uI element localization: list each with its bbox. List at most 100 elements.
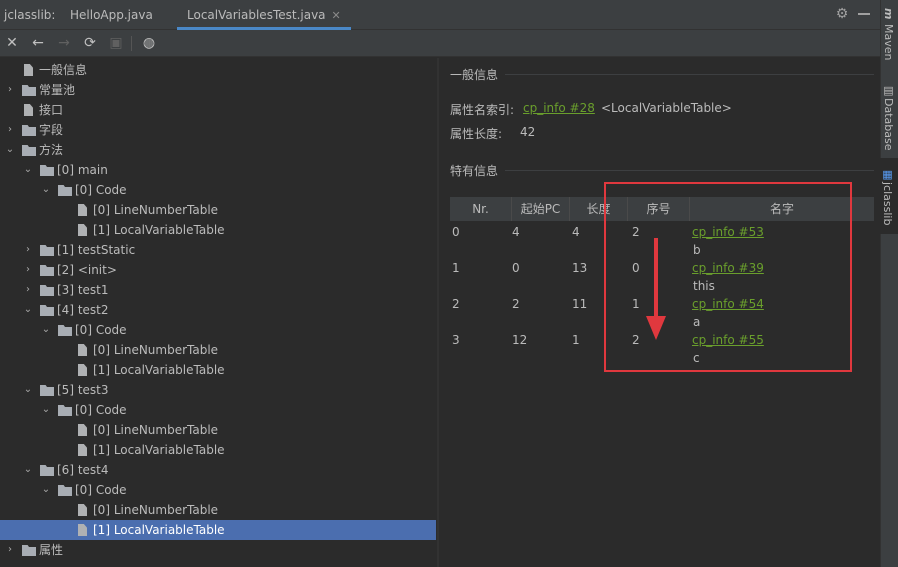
chevron-down-icon[interactable]: ⌄ [4, 140, 16, 160]
chevron-down-icon[interactable]: ⌄ [40, 400, 52, 420]
tree-node[interactable]: ⌄ [0] Code [0, 480, 437, 500]
column-nr[interactable]: Nr. [450, 197, 512, 221]
tree-node-label: [0] LineNumberTable [93, 343, 219, 357]
file-icon [24, 64, 33, 76]
section-divider [505, 74, 874, 75]
general-info-title: 一般信息 [450, 68, 499, 82]
tree-node-label: 接口 [39, 103, 64, 117]
table-cell-length: 11 [572, 297, 588, 311]
name-index-label: 属性名索引: [450, 103, 515, 117]
tree-node-label: [0] LineNumberTable [93, 203, 219, 217]
tree-node[interactable]: ⌄ [0] main [0, 160, 437, 180]
tree-node[interactable]: [1] LocalVariableTable [0, 360, 437, 380]
table-cell-length: 4 [572, 225, 580, 239]
jclasslib-icon: ▦ [881, 168, 894, 181]
file-icon [78, 524, 87, 536]
forward-icon[interactable]: → [55, 34, 73, 52]
table-cell-length: 1 [572, 333, 580, 347]
folder-icon [40, 285, 54, 296]
tree-node[interactable]: [0] LineNumberTable [0, 340, 437, 360]
tab-close-icon[interactable]: ✕ [332, 9, 341, 22]
file-icon [78, 344, 87, 356]
chevron-right-icon[interactable]: › [22, 260, 34, 280]
tree-node-label: [0] Code [75, 183, 127, 197]
tree-node[interactable]: 接口 [0, 100, 437, 120]
refresh-icon[interactable]: ⟳ [81, 34, 99, 52]
tree-node-label: [6] test4 [57, 463, 109, 477]
chevron-right-icon[interactable]: › [22, 280, 34, 300]
tree-node[interactable]: › 属性 [0, 540, 437, 560]
chevron-down-icon[interactable]: ⌄ [40, 180, 52, 200]
tree-node[interactable]: › 字段 [0, 120, 437, 140]
annotation-arrow-head [646, 316, 666, 340]
folder-icon [40, 165, 54, 176]
sidebar-item-jclasslib[interactable]: jclasslib [881, 182, 894, 225]
tree-node-label: [2] <init> [57, 263, 117, 277]
sidebar-item-database[interactable]: Database [882, 98, 895, 151]
table-cell-length: 13 [572, 261, 588, 275]
tree-node[interactable]: ⌄ [6] test4 [0, 460, 437, 480]
folder-icon [40, 305, 54, 316]
chevron-down-icon[interactable]: ⌄ [22, 460, 34, 480]
attribute-length-value: 42 [520, 125, 536, 139]
sidebar-item-maven[interactable]: Maven [882, 24, 895, 60]
table-cell-nr: 1 [452, 261, 460, 275]
tree-node[interactable]: ⌄ [0] Code [0, 180, 437, 200]
tree-node[interactable]: › [1] testStatic [0, 240, 437, 260]
section-divider [505, 170, 874, 171]
chevron-right-icon[interactable]: › [4, 120, 16, 140]
tab-localvariablestest[interactable]: LocalVariablesTest.java ✕ [177, 0, 351, 30]
tree-node-label: 方法 [39, 143, 64, 157]
table-cell-nr: 2 [452, 297, 460, 311]
tree-node-label: [1] LocalVariableTable [93, 223, 225, 237]
folder-icon [40, 245, 54, 256]
browser-icon[interactable]: ◍ [140, 34, 158, 52]
toolbar-divider [131, 36, 132, 51]
tree-node[interactable]: › [3] test1 [0, 280, 437, 300]
folder-icon [40, 465, 54, 476]
tree-node[interactable]: [1] LocalVariableTable [0, 220, 437, 240]
toolbar: ✕ ← → ⟳ ▣ ◍ [0, 30, 880, 57]
table-cell-start-pc: 4 [512, 225, 520, 239]
database-icon: ▤ [882, 84, 895, 97]
table-cell-start-pc: 2 [512, 297, 520, 311]
tree-node[interactable]: ⌄ 方法 [0, 140, 437, 160]
folder-icon [22, 85, 36, 96]
back-icon[interactable]: ← [29, 34, 47, 52]
chevron-down-icon[interactable]: ⌄ [40, 480, 52, 500]
chevron-down-icon[interactable]: ⌄ [22, 300, 34, 320]
chevron-down-icon[interactable]: ⌄ [40, 320, 52, 340]
maven-icon: m [882, 8, 895, 20]
tree-node[interactable]: [1] LocalVariableTable [0, 520, 436, 540]
minimize-icon[interactable] [858, 13, 870, 15]
tree-node[interactable]: ⌄ [0] Code [0, 320, 437, 340]
name-index-link[interactable]: cp_info #28 [523, 101, 595, 115]
tree-node[interactable]: [1] LocalVariableTable [0, 440, 437, 460]
tree-node[interactable]: [0] LineNumberTable [0, 200, 437, 220]
tree-node[interactable]: [0] LineNumberTable [0, 500, 437, 520]
tab-helloapp[interactable]: HelloApp.java [70, 0, 153, 30]
tree-node[interactable]: 一般信息 [0, 60, 437, 80]
column-start-pc[interactable]: 起始PC [512, 197, 570, 221]
tree-node[interactable]: ⌄ [5] test3 [0, 380, 437, 400]
tree-node[interactable]: ⌄ [0] Code [0, 400, 437, 420]
chevron-right-icon[interactable]: › [4, 80, 16, 100]
folder-icon [22, 145, 36, 156]
tree-node[interactable]: [0] LineNumberTable [0, 420, 437, 440]
chevron-right-icon[interactable]: › [4, 540, 16, 560]
tree-node-label: [0] Code [75, 323, 127, 337]
sidebar-item-jclasslib-active[interactable]: ▦ jclasslib [880, 158, 898, 234]
chevron-down-icon[interactable]: ⌄ [22, 380, 34, 400]
chevron-right-icon[interactable]: › [22, 240, 34, 260]
save-icon[interactable]: ▣ [107, 34, 125, 52]
chevron-down-icon[interactable]: ⌄ [22, 160, 34, 180]
specific-info-title: 特有信息 [450, 164, 499, 178]
tree-node[interactable]: › [2] <init> [0, 260, 437, 280]
gear-icon[interactable]: ⚙ [834, 6, 850, 22]
tree-node[interactable]: ⌄ [4] test2 [0, 300, 437, 320]
tree-node[interactable]: › 常量池 [0, 80, 437, 100]
tree-node-label: [5] test3 [57, 383, 109, 397]
tree-node-label: 属性 [39, 543, 64, 557]
tree-node-label: [3] test1 [57, 283, 109, 297]
close-icon[interactable]: ✕ [3, 34, 21, 52]
